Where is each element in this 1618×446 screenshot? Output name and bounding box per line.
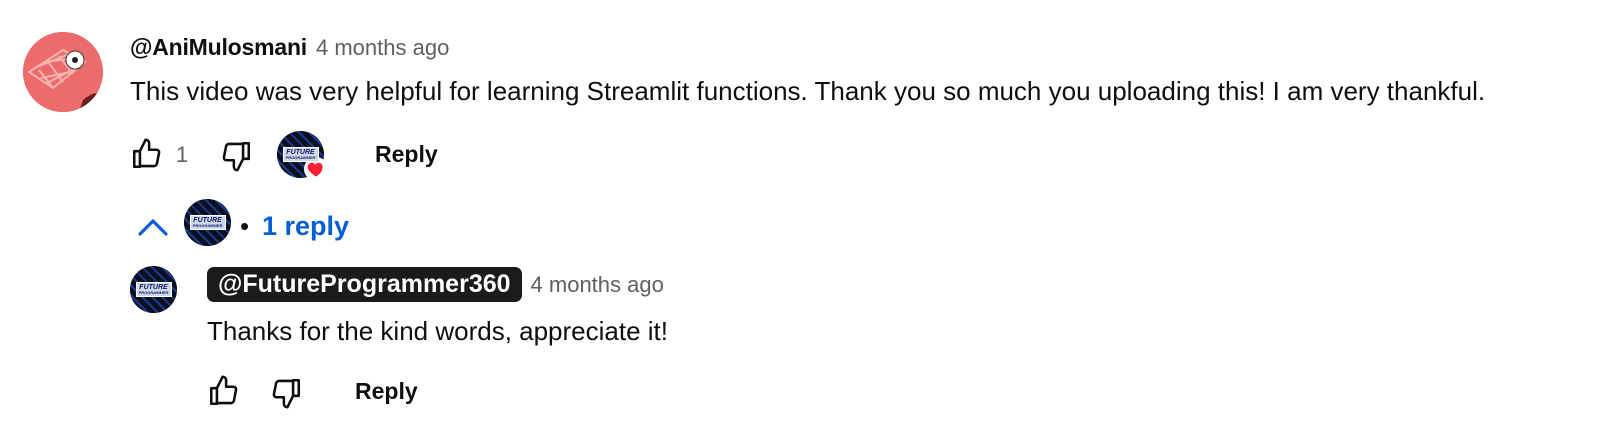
comment-author[interactable]: @AniMulosmani (130, 34, 307, 61)
thumbs-up-icon (209, 375, 238, 406)
reply-dislike-button[interactable] (269, 376, 305, 412)
reply-text: Thanks for the kind words, appreciate it… (207, 316, 669, 346)
reply-header: @FutureProgrammer360 4 months ago (207, 267, 664, 302)
replies-count-link[interactable]: 1 reply (262, 211, 349, 242)
reply-button[interactable]: Reply (375, 141, 438, 168)
like-count: 1 (176, 142, 189, 167)
like-button[interactable] (130, 137, 166, 173)
commenter-avatar[interactable] (23, 32, 103, 112)
thumbs-down-icon (272, 378, 301, 409)
reply-like-button[interactable] (207, 374, 243, 410)
comment-timestamp[interactable]: 4 months ago (316, 35, 449, 61)
thumbs-up-icon (132, 138, 161, 169)
soccer-goal-avatar-icon (23, 32, 103, 112)
comment-header: @AniMulosmani 4 months ago (130, 34, 449, 61)
reply-timestamp[interactable]: 4 months ago (531, 272, 664, 298)
reply-author-chip[interactable]: @FutureProgrammer360 (207, 267, 522, 302)
collapse-replies-button[interactable] (136, 212, 170, 242)
reply-reply-button[interactable]: Reply (355, 378, 418, 405)
comment-text: This video was very helpful for learning… (130, 76, 1486, 106)
separator-dot: • (240, 211, 250, 241)
thumbs-down-icon (222, 141, 251, 172)
creator-heart-badge: FUTURE PROGRAMMER (277, 131, 328, 181)
dislike-button[interactable] (219, 139, 255, 175)
replier-avatar-preview: FUTURE PROGRAMMER (184, 199, 231, 246)
chevron-up-icon (138, 219, 168, 236)
reply-author-avatar[interactable]: FUTURE PROGRAMMER (130, 266, 177, 313)
